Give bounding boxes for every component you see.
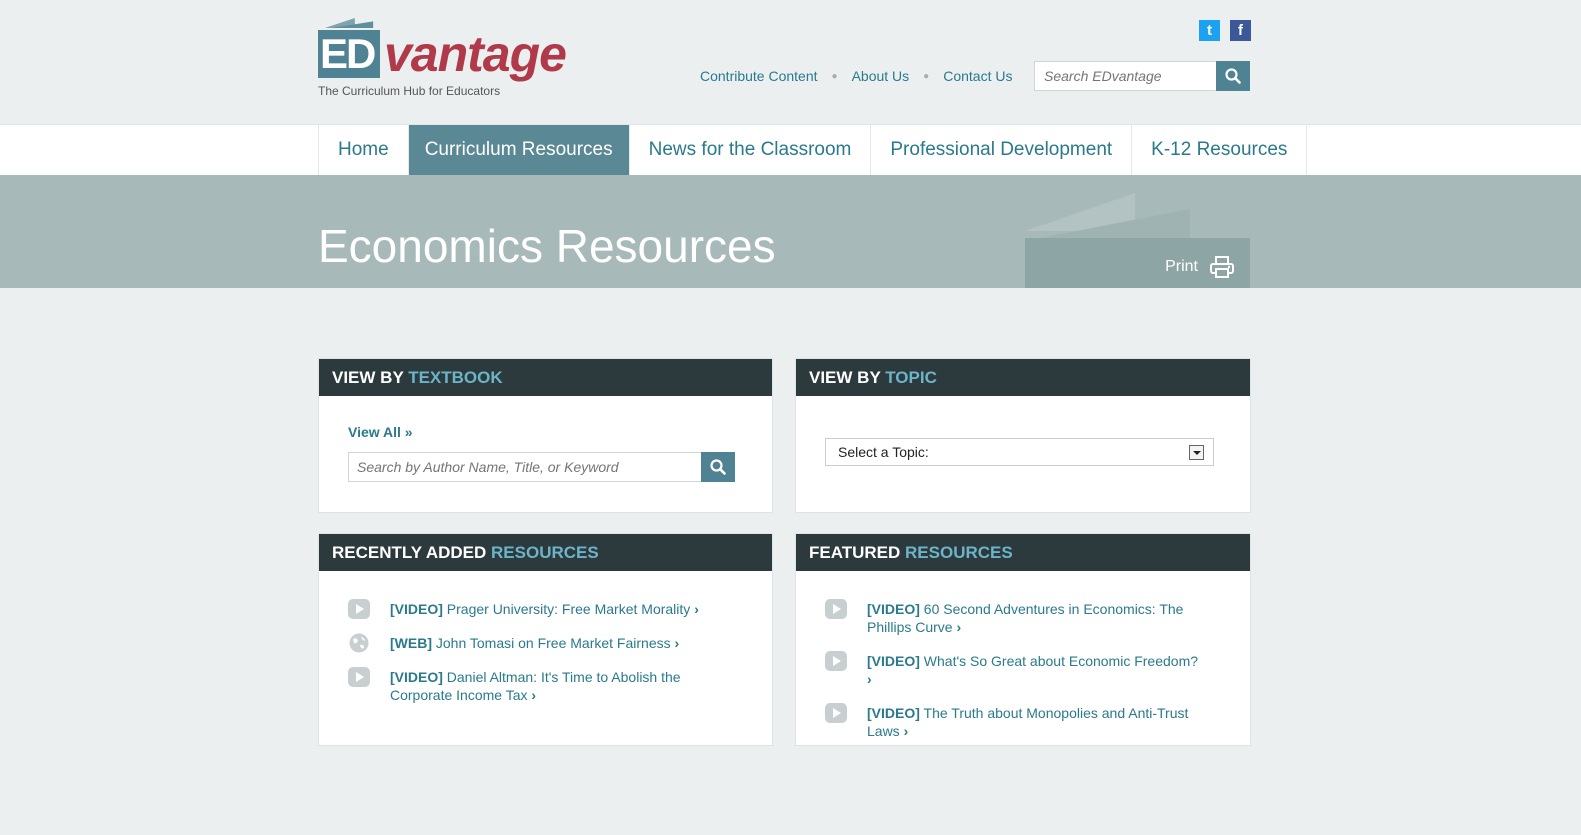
list-item[interactable]: [VIDEO] What's So Great about Economic F… (825, 651, 1205, 688)
heading-accent: Textbook (408, 368, 503, 387)
topic-select-value: Select a Topic: (838, 444, 929, 460)
panel-heading: View by Topic (796, 359, 1250, 396)
topic-select[interactable]: Select a Topic: (825, 438, 1214, 466)
site-search-button[interactable] (1216, 61, 1250, 91)
view-by-topic-panel: View by Topic Select a Topic: (795, 358, 1251, 513)
play-icon (825, 599, 847, 619)
heading-prefix: Recently Added (332, 543, 492, 562)
about-us-link[interactable]: About Us (852, 68, 910, 84)
resource-list: [VIDEO] 60 Second Adventures in Economic… (825, 599, 1205, 756)
chevron-right-icon: › (674, 635, 680, 651)
resource-list: [VIDEO] Prager University: Free Market M… (348, 599, 728, 720)
panel-heading: View by Textbook (319, 359, 772, 396)
main-nav: Home Curriculum Resources News for the C… (318, 125, 1308, 175)
print-label: Print (1165, 258, 1198, 275)
nav-k12-resources[interactable]: K-12 Resources (1131, 125, 1308, 175)
play-icon (348, 667, 370, 687)
main-navbar: Home Curriculum Resources News for the C… (0, 124, 1581, 175)
heading-accent: Topic (885, 368, 937, 387)
view-by-textbook-panel: View by Textbook View All » (318, 358, 773, 513)
resource-title: John Tomasi on Free Market Fairness (435, 635, 671, 651)
site-search-input[interactable] (1034, 61, 1216, 91)
textbook-search-button[interactable] (701, 452, 735, 482)
resource-title: Prager University: Free Market Morality (446, 601, 691, 617)
search-icon (1225, 68, 1241, 84)
chevron-right-icon: › (531, 687, 537, 703)
resource-title: What's So Great about Economic Freedom? (923, 653, 1199, 669)
textbook-search (348, 452, 735, 482)
play-icon (825, 703, 847, 723)
contact-us-link[interactable]: Contact Us (943, 68, 1012, 84)
resource-type: [VIDEO] (867, 653, 920, 669)
chevron-right-icon: › (867, 671, 872, 687)
chevron-right-icon: › (956, 619, 962, 635)
list-item[interactable]: [VIDEO] Prager University: Free Market M… (348, 599, 728, 619)
textbook-search-input[interactable] (348, 452, 701, 482)
heading-accent: Resources (905, 543, 1013, 562)
facebook-icon[interactable]: f (1230, 20, 1251, 41)
play-icon (825, 651, 847, 671)
twitter-icon[interactable]: t (1199, 20, 1220, 41)
logo-vantage: vantage (384, 26, 567, 82)
heading-prefix: View by (809, 368, 886, 387)
nav-curriculum-resources[interactable]: Curriculum Resources (407, 125, 629, 175)
top-links: Contribute Content ● About Us ● Contact … (700, 68, 1012, 84)
social-links: t f (1199, 20, 1251, 41)
list-item[interactable]: [VIDEO] Daniel Altman: It's Time to Abol… (348, 667, 728, 704)
search-icon (710, 459, 726, 475)
resource-type: [VIDEO] (390, 669, 443, 685)
site-search (1034, 61, 1250, 91)
view-all-link[interactable]: View All » (348, 424, 413, 440)
list-item[interactable]: [VIDEO] 60 Second Adventures in Economic… (825, 599, 1205, 636)
play-icon (348, 599, 370, 619)
resource-type: [VIDEO] (390, 601, 443, 617)
print-button[interactable]: Print (1025, 238, 1250, 288)
nav-news-for-the-classroom[interactable]: News for the Classroom (628, 125, 871, 175)
page-title: Economics Resources (318, 220, 776, 272)
globe-icon (349, 633, 369, 653)
heading-accent: Resources (491, 543, 599, 562)
nav-professional-development[interactable]: Professional Development (870, 125, 1131, 175)
chevron-right-icon: › (694, 601, 699, 617)
panel-heading: Featured Resources (796, 534, 1250, 571)
chevron-down-icon (1189, 445, 1204, 460)
decorative-flaps (1025, 193, 1190, 239)
page-banner: Economics Resources Print (0, 175, 1581, 288)
printer-icon (1210, 256, 1234, 278)
logo-flap-icon (324, 18, 374, 28)
heading-prefix: View by (332, 368, 409, 387)
list-item[interactable]: [VIDEO] The Truth about Monopolies and A… (825, 703, 1205, 740)
separator-dot: ● (831, 70, 838, 82)
heading-prefix: Featured (809, 543, 906, 562)
nav-home[interactable]: Home (318, 125, 408, 175)
recently-added-panel: Recently Added Resources [VIDEO] Prager … (318, 533, 773, 746)
resource-type: [VIDEO] (867, 705, 920, 721)
logo-ed: ED (318, 30, 380, 78)
resource-type: [VIDEO] (867, 601, 920, 617)
chevron-right-icon: › (903, 723, 909, 739)
featured-resources-panel: Featured Resources [VIDEO] 60 Second Adv… (795, 533, 1251, 746)
logo[interactable]: ED vantage The Curriculum Hub for Educat… (318, 18, 568, 100)
logo-tagline: The Curriculum Hub for Educators (318, 84, 501, 98)
list-item[interactable]: [WEB] John Tomasi on Free Market Fairnes… (348, 633, 728, 653)
separator-dot: ● (923, 70, 930, 82)
contribute-content-link[interactable]: Contribute Content (700, 68, 818, 84)
resource-type: [WEB] (390, 635, 432, 651)
panel-heading: Recently Added Resources (319, 534, 772, 571)
